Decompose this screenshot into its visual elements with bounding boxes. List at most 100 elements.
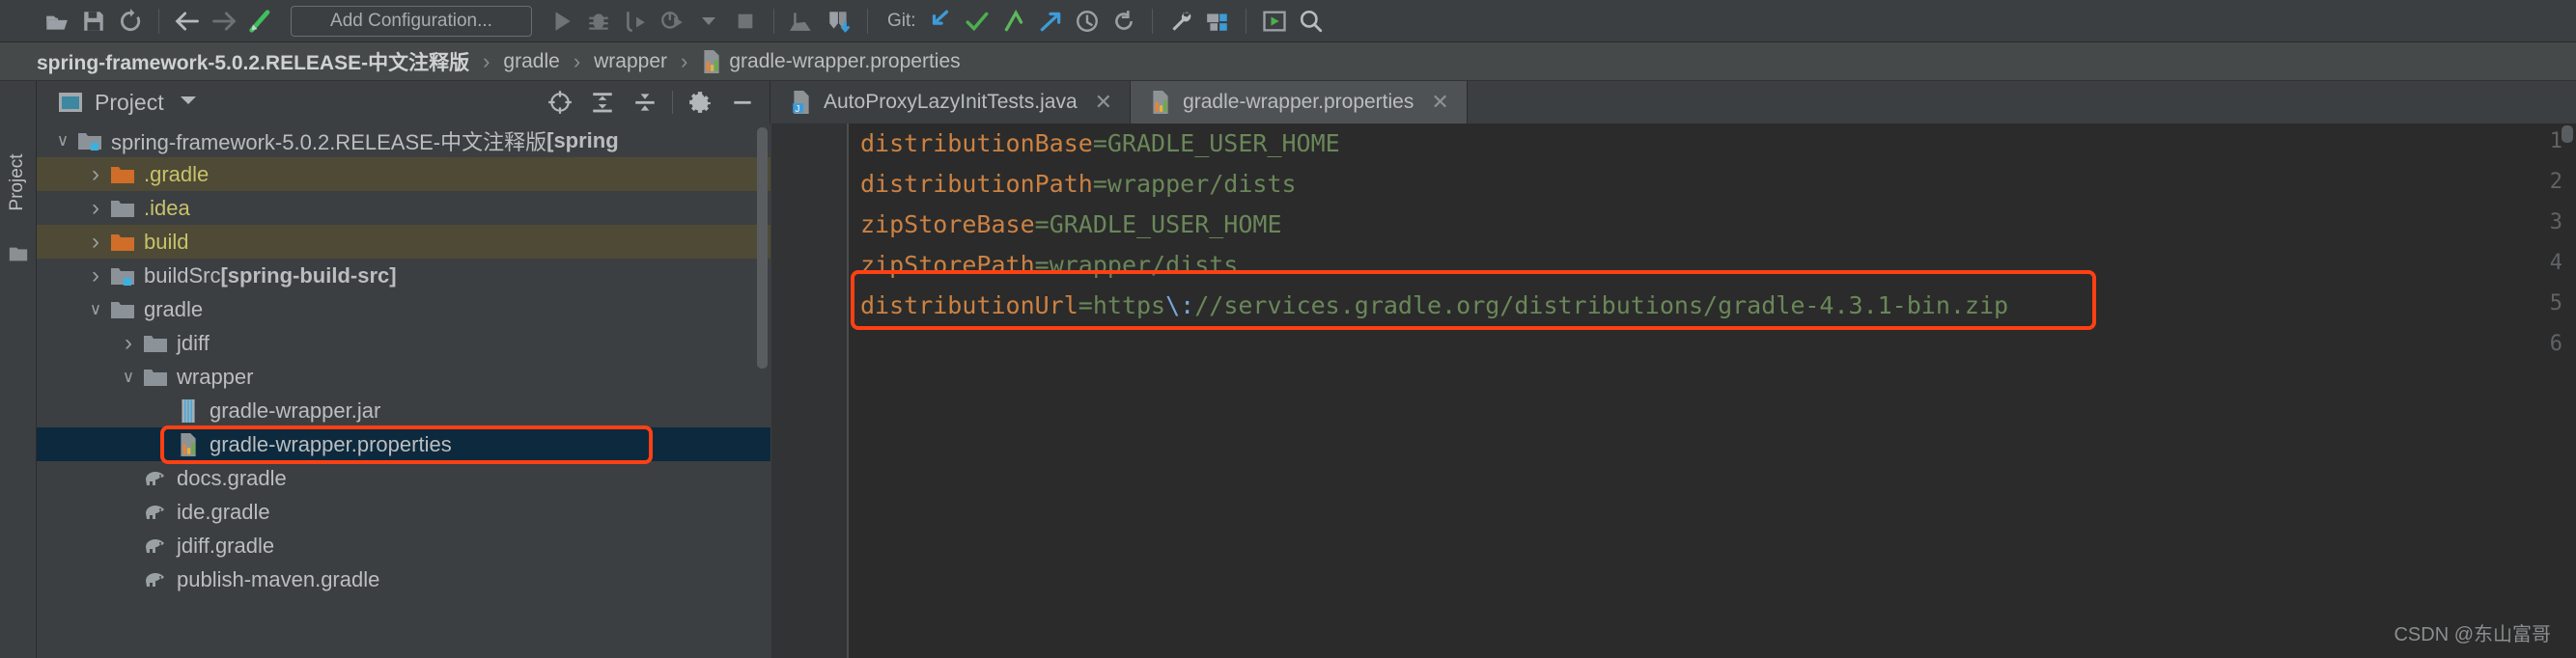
project-tree[interactable]: ∨ spring-framework-5.0.2.RELEASE-中文注释版 [s… (37, 123, 770, 658)
chevron-right-icon[interactable]: › (83, 229, 108, 256)
search-everywhere-icon[interactable] (1293, 3, 1330, 40)
tree-row[interactable]: gradle-wrapper.properties (37, 427, 770, 461)
sidebar-tab-project[interactable]: Project (7, 124, 28, 240)
chevron-right-icon[interactable]: › (83, 195, 108, 222)
push-arrow-icon[interactable] (995, 3, 1032, 40)
grey-folder-icon (141, 333, 170, 354)
chevron-right-icon[interactable]: › (83, 161, 108, 188)
commit-check-icon[interactable] (959, 3, 995, 40)
code-line[interactable]: distributionPath=wrapper/dists (860, 170, 1297, 198)
tree-row-suffix: [spring (546, 127, 619, 152)
settings-gear-icon[interactable] (679, 84, 721, 121)
tree-row[interactable]: › .gradle (37, 157, 770, 191)
tree-row-label: jdiff (177, 330, 210, 355)
expand-all-icon[interactable] (581, 84, 624, 121)
run-configuration-selector[interactable]: Add Configuration... (291, 5, 532, 37)
chevron-down-icon[interactable]: ∨ (83, 300, 108, 319)
run-with-coverage-icon[interactable] (617, 3, 654, 40)
module-folder-icon (75, 130, 104, 151)
tree-row[interactable]: ∨ wrapper (37, 360, 770, 394)
breadcrumb-item-project[interactable]: spring-framework-5.0.2.RELEASE-中文注释版 (37, 47, 469, 76)
forward-arrow-icon[interactable] (206, 3, 242, 40)
panel-toolbar-separator (672, 91, 673, 114)
save-all-icon[interactable] (75, 3, 112, 40)
line-number: 3 (2549, 210, 2562, 234)
tree-row[interactable]: docs.gradle (37, 461, 770, 495)
scrollbar-thumb[interactable] (757, 127, 768, 369)
watermark: CSDN @东山富哥 (2394, 624, 2551, 645)
back-arrow-icon[interactable] (169, 3, 206, 40)
project-panel-scrollbar[interactable] (757, 127, 768, 639)
pull-arrow-icon[interactable] (1032, 3, 1069, 40)
history-clock-icon[interactable] (1069, 3, 1106, 40)
code-line[interactable]: distributionUrl=https\://services.gradle… (860, 291, 2008, 319)
close-icon[interactable]: ✕ (1431, 90, 1448, 115)
editor-tab-gradle-wrapper-properties[interactable]: gradle-wrapper.properties ✕ (1131, 81, 1468, 123)
tree-row[interactable]: jdiff.gradle (37, 529, 770, 562)
vcs-update-blue-icon[interactable] (922, 3, 959, 40)
tree-row[interactable]: publish-maven.gradle (37, 562, 770, 596)
chevron-down-icon[interactable]: ∨ (116, 368, 141, 387)
property-key: distributionPath (860, 170, 1093, 198)
chevron-right-icon[interactable]: › (83, 262, 108, 289)
dropdown-caret-icon[interactable] (690, 3, 727, 40)
property-equals: = (1092, 170, 1107, 198)
breadcrumb-separator: › (681, 48, 688, 73)
code-view[interactable]: 1 2 3 4 5 6 distributionBase=GRADLE_USER_HOME d… (771, 123, 2576, 658)
project-panel-title: Project (95, 89, 164, 115)
project-structure-icon[interactable] (1199, 3, 1236, 40)
locate-in-tree-icon[interactable] (539, 84, 581, 121)
tree-row[interactable]: › .idea (37, 191, 770, 225)
rollback-icon[interactable] (1106, 3, 1142, 40)
close-icon[interactable]: ✕ (1095, 90, 1112, 115)
property-key: distributionBase (860, 129, 1093, 157)
grey-folder-icon (108, 198, 137, 219)
tree-row[interactable]: › buildSrc [spring-build-src] (37, 259, 770, 292)
tree-row-label: jdiff.gradle (177, 533, 275, 558)
hide-panel-icon[interactable] (721, 84, 764, 121)
wrench-settings-icon[interactable] (1162, 3, 1199, 40)
profile-icon[interactable] (654, 3, 690, 40)
tree-row[interactable]: › build (37, 225, 770, 259)
stop-icon[interactable] (727, 3, 764, 40)
tree-row[interactable]: ∨ gradle (37, 292, 770, 326)
tree-row[interactable]: ∨ spring-framework-5.0.2.RELEASE-中文注释版 [s… (37, 123, 770, 157)
grey-folder-icon (141, 367, 170, 388)
sync-refresh-icon[interactable] (112, 3, 149, 40)
breadcrumb-item-gradle[interactable]: gradle (503, 50, 559, 73)
editor-tab-autoproxylazyinittests[interactable]: J AutoProxyLazyInitTests.java ✕ (771, 81, 1132, 123)
chevron-right-icon[interactable]: › (116, 330, 141, 357)
editor-tab-label: gradle-wrapper.properties (1183, 91, 1414, 113)
run-anything-icon[interactable] (1256, 3, 1293, 40)
git-label: Git: (887, 10, 916, 31)
project-panel-header: Project (37, 81, 770, 123)
vcs-update-icon[interactable] (821, 3, 857, 40)
debug-icon[interactable] (580, 3, 617, 40)
chevron-down-icon[interactable] (178, 93, 199, 113)
collapse-all-icon[interactable] (624, 84, 666, 121)
property-value: GRADLE_USER_HOME (1049, 210, 1282, 238)
tree-row[interactable]: › jdiff (37, 326, 770, 360)
update-project-icon[interactable] (242, 3, 279, 40)
chevron-down-icon[interactable]: ∨ (50, 131, 75, 151)
breadcrumb-item-file[interactable]: gradle-wrapper.properties (701, 49, 961, 73)
code-line[interactable]: zipStoreBase=GRADLE_USER_HOME (860, 210, 1282, 238)
main-toolbar: Add Configuration... Git: (0, 0, 2576, 42)
editor-scrollbar-thumb[interactable] (2562, 125, 2573, 143)
breadcrumb-item-wrapper[interactable]: wrapper (594, 50, 667, 73)
tree-row-label: .gradle (144, 161, 210, 186)
code-line[interactable]: zipStorePath=wrapper/dists (860, 251, 1238, 279)
tree-row[interactable]: gradle-wrapper.jar (37, 394, 770, 427)
open-folder-icon[interactable] (39, 3, 75, 40)
structure-icon[interactable] (8, 243, 29, 269)
tree-row[interactable]: ide.gradle (37, 495, 770, 529)
run-icon[interactable] (544, 3, 580, 40)
gradle-file-icon (141, 569, 170, 590)
code-line[interactable]: distributionBase=GRADLE_USER_HOME (860, 129, 1340, 157)
project-panel-toolbar (539, 84, 764, 121)
update-project-grey-icon[interactable] (784, 3, 821, 40)
